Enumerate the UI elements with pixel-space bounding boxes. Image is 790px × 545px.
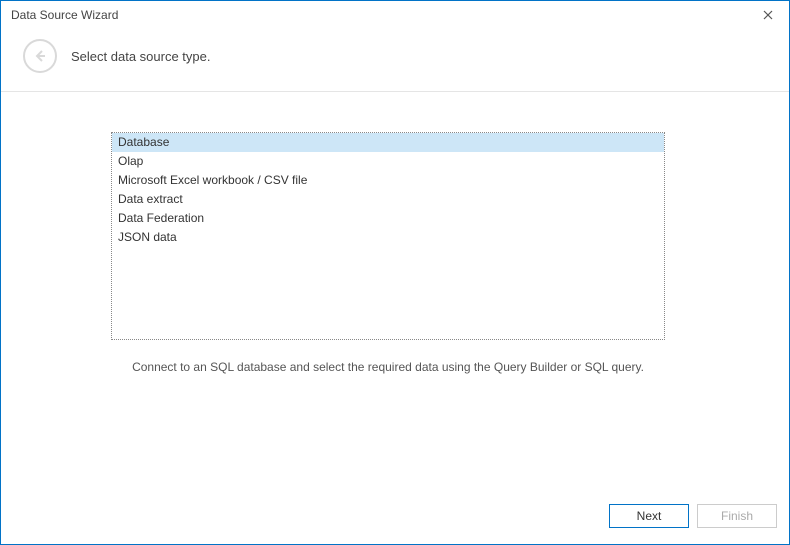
wizard-window: Data Source Wizard Select data source ty…	[0, 0, 790, 545]
arrow-left-icon	[33, 49, 47, 63]
footer: Next Finish	[1, 496, 789, 544]
list-item[interactable]: Database	[112, 133, 664, 152]
window-title: Data Source Wizard	[11, 8, 118, 22]
close-button[interactable]	[753, 5, 783, 25]
list-item[interactable]: Olap	[112, 152, 664, 171]
wizard-header: Select data source type.	[1, 29, 789, 92]
finish-button: Finish	[697, 504, 777, 528]
list-item[interactable]: Microsoft Excel workbook / CSV file	[112, 171, 664, 190]
titlebar: Data Source Wizard	[1, 1, 789, 29]
list-item[interactable]: Data Federation	[112, 209, 664, 228]
next-button[interactable]: Next	[609, 504, 689, 528]
list-item[interactable]: Data extract	[112, 190, 664, 209]
selection-description: Connect to an SQL database and select th…	[111, 360, 665, 374]
close-icon	[763, 10, 773, 20]
header-instruction: Select data source type.	[71, 49, 210, 64]
data-source-type-list[interactable]: DatabaseOlapMicrosoft Excel workbook / C…	[111, 132, 665, 340]
content-area: DatabaseOlapMicrosoft Excel workbook / C…	[1, 92, 789, 496]
back-button[interactable]	[23, 39, 57, 73]
list-item[interactable]: JSON data	[112, 228, 664, 247]
